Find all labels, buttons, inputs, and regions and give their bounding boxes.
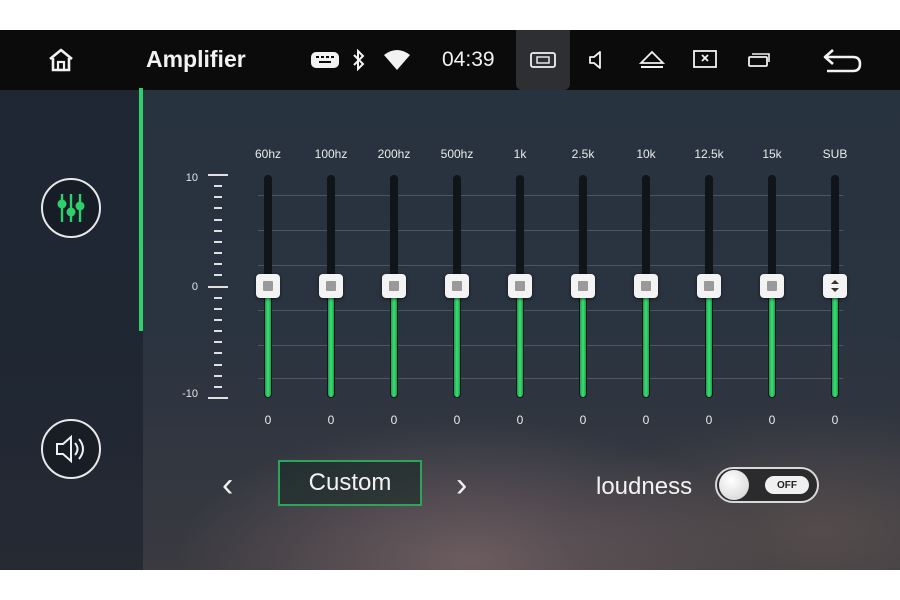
slider-fill: [643, 286, 649, 397]
scale-tick: [214, 240, 222, 243]
grid-line: [258, 265, 843, 266]
scale-tick: [214, 318, 222, 321]
next-preset-button[interactable]: ›: [456, 468, 467, 502]
bluetooth-icon: [348, 30, 370, 90]
scale-tick: [208, 397, 228, 399]
scale-tick: [214, 252, 222, 255]
equalizer-icon: [57, 194, 85, 222]
back-icon[interactable]: [818, 30, 866, 90]
scale-tick: [214, 341, 222, 344]
slider-knob[interactable]: [382, 274, 406, 298]
band-value: 0: [768, 413, 776, 427]
slider-fill: [580, 286, 586, 397]
scale-tick: [214, 263, 222, 266]
close-window-icon[interactable]: [688, 30, 722, 90]
sidebar-item-equalizer[interactable]: [41, 178, 101, 238]
scale-tick: [214, 385, 222, 388]
wifi-icon: [380, 30, 414, 90]
band-value: 0: [264, 413, 272, 427]
slider-fill: [454, 286, 460, 397]
loudness-label: loudness: [596, 473, 693, 500]
scale-tick: [214, 374, 222, 377]
scale-tick: [214, 352, 222, 355]
grid-line: [258, 195, 843, 196]
scale-tick: [214, 330, 222, 333]
sidebar-item-sound[interactable]: [41, 419, 101, 479]
volume-icon[interactable]: [582, 30, 612, 90]
band-value: 0: [831, 413, 839, 427]
slider-fill: [517, 286, 523, 397]
slider-fill: [706, 286, 712, 397]
scale-min-label: -10: [182, 388, 198, 400]
previous-preset-button[interactable]: ‹: [222, 468, 233, 502]
screenshot-icon[interactable]: [522, 30, 564, 90]
scale-tick: [214, 218, 222, 221]
band-value: 0: [390, 413, 398, 427]
slider-knob[interactable]: [445, 274, 469, 298]
scale-max-label: 10: [185, 172, 198, 184]
grid-line: [258, 378, 843, 379]
slider-fill: [391, 286, 397, 397]
slider-knob[interactable]: [823, 274, 847, 298]
status-bar: Amplifier 04:39: [0, 30, 900, 90]
multitask-icon[interactable]: [742, 30, 776, 90]
scale-tick: [214, 274, 222, 277]
scale-tick: [214, 307, 222, 310]
slider-fill: [769, 286, 775, 397]
sidebar-selected-indicator: [139, 88, 143, 331]
band-label: 12.5k: [694, 147, 724, 161]
home-icon[interactable]: [38, 30, 84, 90]
clock: 04:39: [442, 48, 495, 71]
band-label: 200hz: [377, 147, 411, 161]
eject-icon[interactable]: [634, 30, 670, 90]
band-value: 0: [453, 413, 461, 427]
scale-tick: [208, 174, 228, 176]
scale-tick: [214, 207, 222, 210]
band-label: 2.5k: [571, 147, 595, 161]
sidebar: [0, 90, 143, 570]
slider-fill: [328, 286, 334, 397]
slider-knob[interactable]: [571, 274, 595, 298]
slider-knob[interactable]: [319, 274, 343, 298]
band-label: 60hz: [254, 147, 282, 161]
keyboard-icon: [306, 30, 344, 90]
grid-line: [258, 310, 843, 311]
scale-tick: [214, 229, 222, 232]
band-label: 500hz: [440, 147, 474, 161]
preset-name[interactable]: Custom: [278, 460, 422, 506]
scale-tick: [214, 296, 222, 299]
slider-knob[interactable]: [508, 274, 532, 298]
loudness-toggle[interactable]: OFF: [715, 467, 819, 503]
scale-mid-label: 0: [191, 281, 198, 293]
speaker-icon: [56, 434, 84, 464]
slider-fill: [265, 286, 271, 397]
toggle-state-label: OFF: [765, 476, 809, 494]
slider-knob[interactable]: [634, 274, 658, 298]
scale-tick: [214, 185, 222, 188]
scale-tick: [214, 196, 222, 199]
band-label: 10k: [636, 147, 656, 161]
band-value: 0: [579, 413, 587, 427]
scale-tick: [214, 363, 222, 366]
scale-tick: [208, 285, 228, 288]
band-label: 15k: [762, 147, 782, 161]
grid-line: [258, 345, 843, 346]
band-value: 0: [642, 413, 650, 427]
band-label: 1k: [513, 147, 527, 161]
band-value: 0: [327, 413, 335, 427]
toggle-thumb: [719, 470, 749, 500]
band-value: 0: [516, 413, 524, 427]
band-label: 100hz: [314, 147, 348, 161]
slider-knob[interactable]: [697, 274, 721, 298]
slider-fill: [832, 286, 838, 397]
grid-line: [258, 230, 843, 231]
band-value: 0: [705, 413, 713, 427]
amplifier-screen: Amplifier 04:39 10 0 -10 60hz 0 100hz 0 …: [0, 30, 900, 570]
slider-knob[interactable]: [256, 274, 280, 298]
page-title: Amplifier: [146, 46, 246, 72]
slider-knob[interactable]: [760, 274, 784, 298]
band-label: SUB: [822, 147, 848, 161]
